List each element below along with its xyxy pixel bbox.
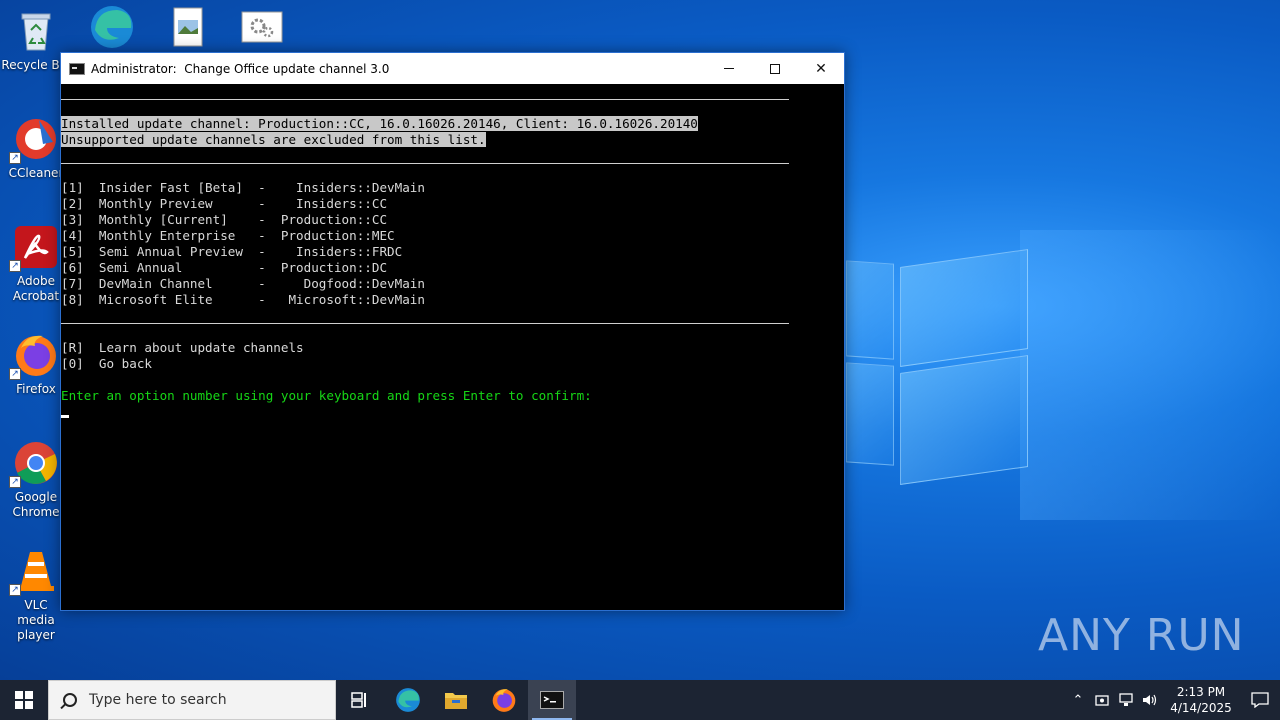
recycle-bin-icon xyxy=(13,8,59,54)
notification-icon xyxy=(1251,692,1269,708)
search-icon xyxy=(63,693,77,707)
taskbar-edge[interactable] xyxy=(384,680,432,720)
chrome-icon: ↗ xyxy=(9,440,59,488)
text-cursor[interactable] xyxy=(61,415,69,418)
shortcut-arrow-icon: ↗ xyxy=(9,584,21,596)
channel-option: [8] Microsoft Elite - Microsoft::DevMain xyxy=(61,292,425,307)
adobe-acrobat-icon: ↗ xyxy=(9,224,59,272)
wallpaper-pane xyxy=(900,355,1028,485)
desktop-icon-label: VLC media player xyxy=(17,598,55,642)
channel-option: [7] DevMain Channel - Dogfood::DevMain xyxy=(61,276,425,291)
file-explorer-icon xyxy=(445,693,467,709)
desktop: Recycle Bin ↗ CCleaner ↗ Adobe Acrobat ↗… xyxy=(0,0,1280,680)
system-tray: ⌃ 2:13 PM 4/14/2025 xyxy=(1066,680,1280,720)
network-icon xyxy=(1119,693,1133,706)
maximize-icon xyxy=(770,63,780,74)
chevron-up-icon: ⌃ xyxy=(1072,692,1084,708)
desktop-icon-label: Adobe Acrobat xyxy=(12,274,60,303)
action-center-button[interactable] xyxy=(1240,680,1280,720)
installed-channel-line: Installed update channel: Production::CC… xyxy=(61,116,698,131)
shortcut-arrow-icon: ↗ xyxy=(9,260,21,272)
divider-line xyxy=(61,99,789,100)
divider-line xyxy=(61,323,789,324)
settings-file-icon xyxy=(239,4,285,50)
defender-icon xyxy=(1095,695,1109,706)
channel-option: [5] Semi Annual Preview - Insiders::FRDC xyxy=(61,244,403,259)
edge-icon xyxy=(89,4,135,50)
firefox-icon xyxy=(492,689,516,712)
wallpaper-pane xyxy=(900,249,1028,367)
taskbar-file-explorer[interactable] xyxy=(432,680,480,720)
anyrun-watermark: ANY RUN xyxy=(1038,610,1245,661)
maximize-button[interactable] xyxy=(752,53,798,84)
shortcut-arrow-icon: ↗ xyxy=(9,152,21,164)
task-view-icon xyxy=(351,692,366,708)
desktop-icon-edge[interactable] xyxy=(76,4,148,54)
clock-time: 2:13 PM xyxy=(1176,685,1226,699)
go-back-option: [0] Go back xyxy=(61,356,152,371)
volume-icon xyxy=(1143,694,1157,706)
taskbar: Type here to search ⌃ 2:13 PM 4/14/2025 xyxy=(0,680,1280,720)
wallpaper-pane xyxy=(846,260,894,360)
shortcut-arrow-icon: ↗ xyxy=(9,476,21,488)
taskbar-search[interactable]: Type here to search xyxy=(48,680,336,720)
edge-icon xyxy=(396,688,420,712)
input-prompt: Enter an option number using your keyboa… xyxy=(61,388,592,403)
wallpaper-pane xyxy=(846,362,894,466)
search-placeholder: Type here to search xyxy=(89,692,227,708)
firefox-icon: ↗ xyxy=(9,332,59,380)
cmd-icon xyxy=(540,691,564,709)
start-button[interactable] xyxy=(0,680,48,720)
volume-button[interactable] xyxy=(1138,680,1162,720)
vlc-icon: ↗ xyxy=(9,548,59,596)
learn-option: [R] Learn about update channels xyxy=(61,340,304,355)
taskbar-cmd[interactable] xyxy=(528,680,576,720)
close-button[interactable]: ✕ xyxy=(798,53,844,84)
channel-option: [4] Monthly Enterprise - Production::MEC xyxy=(61,228,395,243)
windows-logo-icon xyxy=(15,691,33,709)
console-output[interactable]: Installed update channel: Production::CC… xyxy=(61,84,844,610)
close-icon: ✕ xyxy=(815,60,827,77)
tray-app-button[interactable] xyxy=(1090,680,1114,720)
shortcut-arrow-icon: ↗ xyxy=(9,368,21,380)
channel-option: [2] Monthly Preview - Insiders::CC xyxy=(61,196,388,211)
minimize-button[interactable] xyxy=(706,53,752,84)
task-view-button[interactable] xyxy=(336,680,384,720)
channel-option: [3] Monthly [Current] - Production::CC xyxy=(61,212,388,227)
desktop-icon-image-file[interactable] xyxy=(152,4,224,54)
watermark-text: ANY RUN xyxy=(1038,610,1245,661)
channel-option: [6] Semi Annual - Production::DC xyxy=(61,260,388,275)
desktop-icon-settings-file[interactable] xyxy=(226,4,298,54)
window-titlebar[interactable]: Administrator: Change Office update chan… xyxy=(61,53,844,84)
taskbar-firefox[interactable] xyxy=(480,680,528,720)
channel-option: [1] Insider Fast [Beta] - Insiders::DevM… xyxy=(61,180,425,195)
divider-line xyxy=(61,163,789,164)
cmd-window[interactable]: Administrator: Change Office update chan… xyxy=(60,52,845,611)
show-hidden-icons-button[interactable]: ⌃ xyxy=(1066,680,1090,720)
image-file-icon xyxy=(165,4,211,50)
desktop-icon-label: Google Chrome xyxy=(12,490,60,519)
taskbar-clock[interactable]: 2:13 PM 4/14/2025 xyxy=(1162,684,1240,716)
minimize-icon xyxy=(724,68,734,69)
wallpaper-light-beam xyxy=(1020,230,1280,520)
network-button[interactable] xyxy=(1114,680,1138,720)
clock-date: 4/14/2025 xyxy=(1170,701,1232,715)
unsupported-note-line: Unsupported update channels are excluded… xyxy=(61,132,486,147)
window-title: Administrator: Change Office update chan… xyxy=(91,61,390,76)
cmd-icon xyxy=(69,62,85,75)
ccleaner-icon: ↗ xyxy=(9,116,59,164)
